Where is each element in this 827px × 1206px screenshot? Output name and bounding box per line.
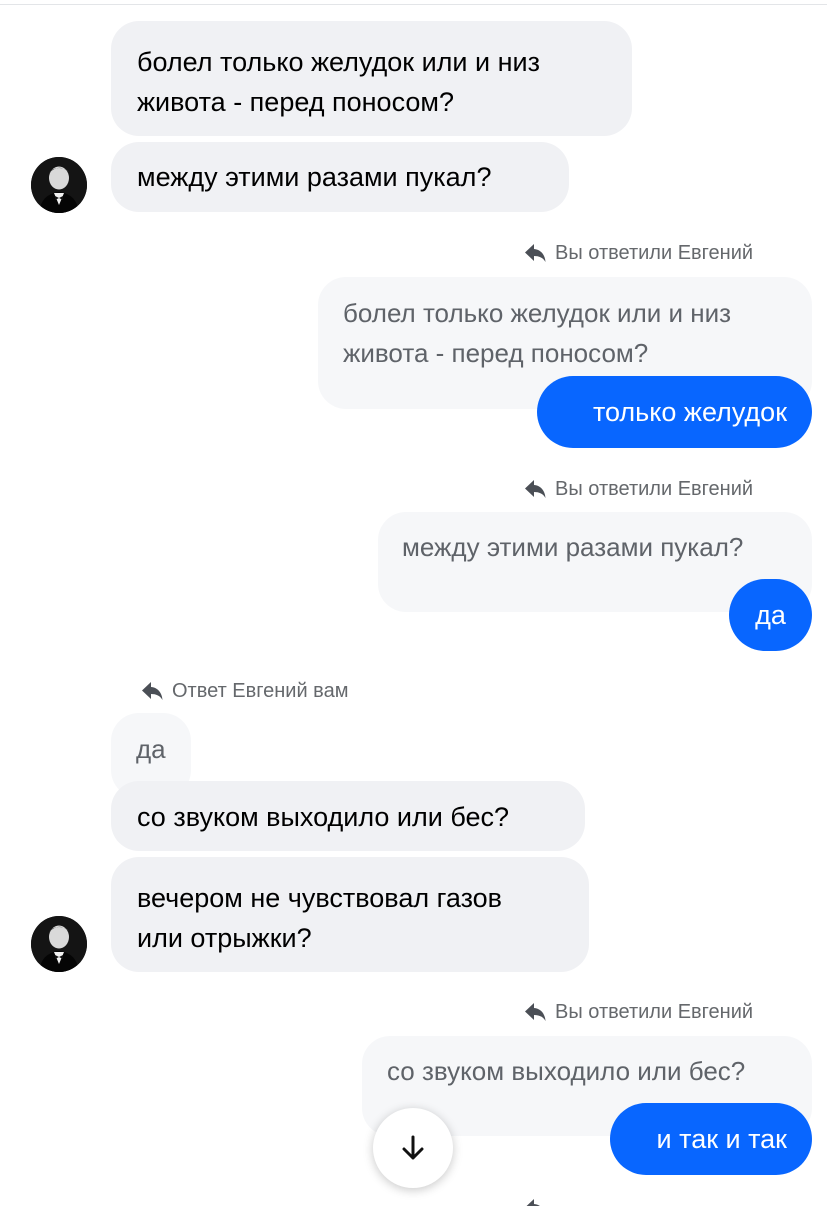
reply-arrow-icon [526,1199,540,1206]
reply-context-label: Вы ответили Евгений [524,241,753,265]
incoming-message-bubble[interactable]: болел только желудок или и низ живота - … [111,21,632,136]
contact-avatar[interactable] [31,916,87,972]
scroll-to-bottom-button[interactable] [373,1108,453,1188]
reply-context-label: Вы ответили Евгений [524,477,753,501]
outgoing-message-bubble[interactable]: да [729,579,812,651]
reply-arrow-icon [525,244,546,262]
reply-label-text: Ответ Евгений вам [172,680,349,702]
incoming-message-bubble[interactable]: со звуком выходило или бес? [111,781,585,851]
reply-context-label: Ответ Евгений вам [141,679,348,703]
reply-arrow-icon [525,480,546,498]
reply-label-text: Вы ответили Евгений [555,1001,754,1023]
reply-context-label: Вы ответили Евгений [524,1000,753,1024]
reply-arrow-icon [525,1003,546,1021]
reply-arrow-icon [142,682,163,700]
chat-thread: болел только желудок или и низ живота - … [0,0,827,1206]
incoming-message-bubble[interactable]: вечером не чувствовал газов или отрыжки? [111,857,589,972]
reply-context-label-partial [524,1198,794,1206]
reply-label-text: Вы ответили Евгений [555,242,754,264]
contact-avatar[interactable] [31,157,87,213]
outgoing-message-bubble[interactable]: только желудок [537,376,812,448]
incoming-message-bubble[interactable]: между этими разами пукал? [111,142,569,212]
outgoing-message-bubble[interactable]: и так и так [610,1103,812,1175]
header-divider [0,0,827,5]
arrow-down-icon [402,1135,424,1160]
reply-label-text: Вы ответили Евгений [555,478,754,500]
